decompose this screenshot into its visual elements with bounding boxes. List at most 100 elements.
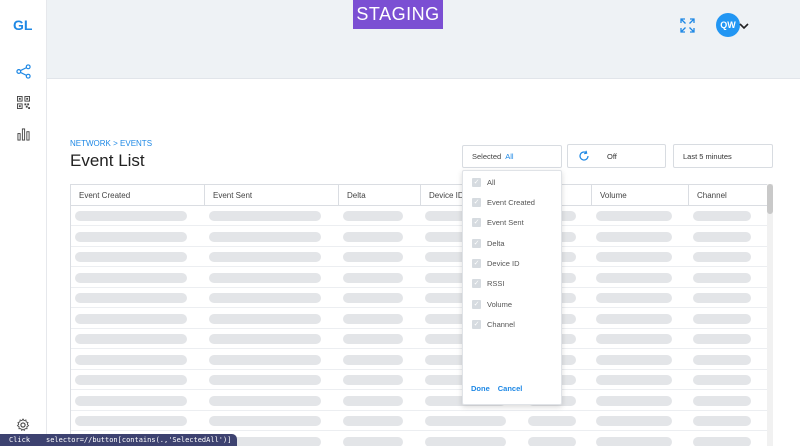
app-logo[interactable]: GL bbox=[13, 17, 32, 33]
sidebar-item-network[interactable] bbox=[15, 63, 32, 80]
loading-placeholder bbox=[75, 293, 187, 303]
option-label: RSSI bbox=[487, 278, 505, 288]
loading-placeholder bbox=[693, 354, 751, 365]
breadcrumb-network[interactable]: NETWORK bbox=[70, 139, 111, 148]
loading-placeholder bbox=[596, 211, 672, 221]
breadcrumb-events[interactable]: EVENTS bbox=[120, 139, 152, 148]
option-event-created[interactable]: ✓ Event Created bbox=[472, 195, 535, 209]
table-row bbox=[71, 411, 769, 431]
user-menu-toggle[interactable] bbox=[738, 19, 750, 31]
option-device-id[interactable]: ✓ Device ID bbox=[472, 256, 520, 270]
loading-placeholder bbox=[425, 416, 506, 426]
option-channel[interactable]: ✓ Channel bbox=[472, 317, 515, 331]
loading-placeholder bbox=[343, 354, 403, 365]
column-header-channel[interactable]: Channel bbox=[689, 185, 769, 206]
checkbox-event-created[interactable]: ✓ bbox=[472, 197, 481, 207]
loading-placeholder bbox=[75, 313, 187, 324]
option-rssi[interactable]: ✓ RSSI bbox=[472, 276, 505, 290]
checkbox-delta[interactable]: ✓ bbox=[472, 238, 481, 248]
checkbox-volume[interactable]: ✓ bbox=[472, 299, 481, 309]
column-header-event-sent[interactable]: Event Sent bbox=[205, 185, 339, 206]
fullscreen-icon bbox=[680, 18, 695, 33]
loading-placeholder bbox=[343, 395, 403, 406]
cancel-button[interactable]: Cancel bbox=[498, 384, 523, 393]
loading-placeholder bbox=[209, 395, 321, 406]
loading-placeholder bbox=[209, 293, 321, 303]
loading-placeholder bbox=[693, 436, 751, 446]
table-scrollbar[interactable] bbox=[767, 184, 773, 446]
loading-placeholder bbox=[596, 395, 672, 406]
option-label: Channel bbox=[487, 319, 515, 329]
loading-placeholder bbox=[596, 354, 672, 365]
checkbox-all[interactable]: ✓ bbox=[472, 177, 481, 187]
column-select-label: Selected bbox=[472, 152, 502, 161]
column-header-event-created[interactable]: Event Created bbox=[71, 185, 205, 206]
settings-button[interactable] bbox=[16, 418, 30, 432]
sidebar-item-qr[interactable] bbox=[15, 94, 32, 111]
loading-placeholder bbox=[209, 416, 321, 426]
table-body bbox=[71, 206, 769, 446]
option-delta[interactable]: ✓ Delta bbox=[472, 236, 505, 250]
option-volume[interactable]: ✓ Volume bbox=[472, 297, 512, 311]
loading-placeholder bbox=[75, 375, 187, 385]
loading-placeholder bbox=[528, 416, 576, 426]
column-header-delta[interactable]: Delta bbox=[339, 185, 421, 206]
loading-placeholder bbox=[596, 313, 672, 324]
time-range-select[interactable]: Last 5 minutes bbox=[673, 144, 773, 168]
status-action: Click bbox=[9, 436, 31, 444]
table-row bbox=[71, 391, 769, 411]
table-scrollbar-thumb[interactable] bbox=[767, 184, 773, 214]
loading-placeholder bbox=[75, 272, 187, 283]
loading-placeholder bbox=[693, 231, 751, 242]
breadcrumb: NETWORK > EVENTS bbox=[70, 139, 152, 148]
loading-placeholder bbox=[209, 211, 321, 221]
column-select-button[interactable]: Selected All bbox=[462, 145, 562, 168]
chevron-down-icon bbox=[739, 23, 749, 30]
page-title: Event List bbox=[70, 151, 145, 170]
sidebar: GL bbox=[0, 0, 47, 446]
table-row bbox=[71, 206, 769, 226]
table-row bbox=[71, 227, 769, 247]
table-row bbox=[71, 288, 769, 308]
table-row bbox=[71, 370, 769, 390]
table-row bbox=[71, 268, 769, 288]
option-label: Event Sent bbox=[487, 217, 524, 227]
option-all[interactable]: ✓ All bbox=[472, 175, 495, 189]
checkbox-rssi[interactable]: ✓ bbox=[472, 278, 481, 288]
qr-code-icon bbox=[17, 96, 30, 109]
checkbox-device-id[interactable]: ✓ bbox=[472, 258, 481, 268]
loading-placeholder bbox=[209, 375, 321, 385]
column-header-volume[interactable]: Volume bbox=[592, 185, 689, 206]
checkbox-channel[interactable]: ✓ bbox=[472, 319, 481, 329]
loading-placeholder bbox=[693, 375, 751, 385]
loading-placeholder bbox=[75, 231, 187, 242]
checkbox-event-sent[interactable]: ✓ bbox=[472, 217, 481, 227]
loading-placeholder bbox=[75, 211, 187, 221]
app-root: GL STAGING QW NETWORK > EVENTS Event Lis… bbox=[0, 0, 800, 446]
top-header: STAGING QW bbox=[47, 0, 800, 79]
loading-placeholder bbox=[596, 436, 672, 446]
loading-placeholder bbox=[693, 293, 751, 303]
auto-refresh-control[interactable]: Off bbox=[567, 144, 666, 168]
table-row bbox=[71, 309, 769, 329]
loading-placeholder bbox=[75, 252, 187, 262]
loading-placeholder bbox=[343, 313, 403, 324]
loading-placeholder bbox=[596, 375, 672, 385]
loading-placeholder bbox=[343, 293, 403, 303]
loading-placeholder bbox=[596, 334, 672, 344]
loading-placeholder bbox=[343, 211, 403, 221]
option-label: All bbox=[487, 177, 496, 187]
done-button[interactable]: Done bbox=[471, 384, 490, 393]
loading-placeholder bbox=[75, 395, 187, 406]
sidebar-item-analytics[interactable] bbox=[15, 126, 32, 143]
loading-placeholder bbox=[209, 334, 321, 344]
fullscreen-button[interactable] bbox=[680, 18, 695, 33]
loading-placeholder bbox=[693, 272, 751, 283]
table-row bbox=[71, 350, 769, 370]
option-event-sent[interactable]: ✓ Event Sent bbox=[472, 215, 524, 229]
gear-icon bbox=[16, 418, 30, 432]
loading-placeholder bbox=[209, 313, 321, 324]
user-avatar[interactable]: QW bbox=[716, 13, 740, 37]
time-range-value: Last 5 minutes bbox=[683, 151, 732, 161]
share-nodes-icon bbox=[16, 64, 31, 79]
